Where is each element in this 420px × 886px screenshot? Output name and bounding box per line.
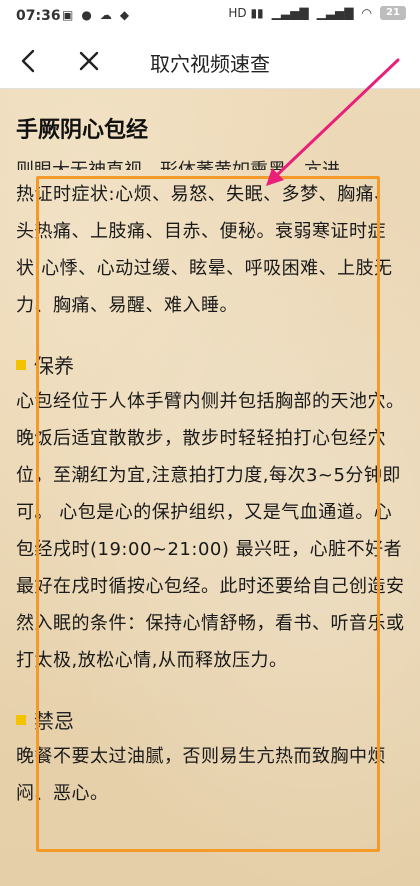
cell-signal-icon: ▁▃▅▇ — [271, 6, 309, 20]
app-badge-icon: ◆ — [119, 8, 130, 22]
taboo-section-header: 禁忌 — [16, 705, 406, 734]
app-icon: ● — [81, 8, 92, 22]
care-section-title: 保养 — [34, 354, 74, 378]
battery-icon: 21 — [380, 6, 406, 20]
status-bar: 07:36 ▣ ● ☁ ◆ HD ▮▮ ▁▃▅▇ ▁▃▅▇ ◠ 21 — [0, 0, 420, 34]
status-right: HD ▮▮ ▁▃▅▇ ▁▃▅▇ ◠ 21 — [228, 6, 406, 20]
section-marker — [16, 714, 26, 725]
calendar-icon: ▣ — [62, 8, 74, 22]
hd-signal-icon: HD ▮▮ — [228, 6, 264, 20]
article-content: 手厥阴心包经 则眼大无神直视，形体萎黄如熏黑。亢进 热证时症状:心烦、易怒、失眠… — [16, 112, 406, 812]
care-section-header: 保养 — [16, 350, 406, 379]
page-title: 取穴视频速查 — [150, 52, 270, 76]
cell-signal-icon-2: ▁▃▅▇ — [316, 6, 354, 20]
wifi-icon: ◠ — [361, 6, 372, 20]
status-notification-icons: ▣ ● ☁ ◆ — [62, 8, 129, 22]
status-time: 07:36 — [16, 8, 61, 24]
taboo-paragraph: 晚餐不要太过油腻，否则易生亢热而致胸中烦闷、恶心。 — [16, 746, 386, 804]
cloud-icon: ☁ — [99, 8, 112, 22]
top-navigation-bar: 取穴视频速查 — [0, 34, 420, 89]
partially-hidden-line: 则眼大无神直视，形体萎黄如熏黑。亢进 — [16, 154, 406, 170]
taboo-section-title: 禁忌 — [34, 709, 74, 733]
section-marker — [16, 359, 26, 370]
symptoms-paragraph: 热证时症状:心烦、易怒、失眠、多梦、胸痛、头热痛、上肢痛、目赤、便秘。衰弱寒证时… — [16, 184, 393, 316]
article-heading: 手厥阴心包经 — [16, 118, 149, 143]
care-paragraph: 心包经位于人体手臂内侧并包括胸部的天池穴。晚饭后适宜散散步，散步时轻轻拍打心包经… — [16, 391, 405, 671]
